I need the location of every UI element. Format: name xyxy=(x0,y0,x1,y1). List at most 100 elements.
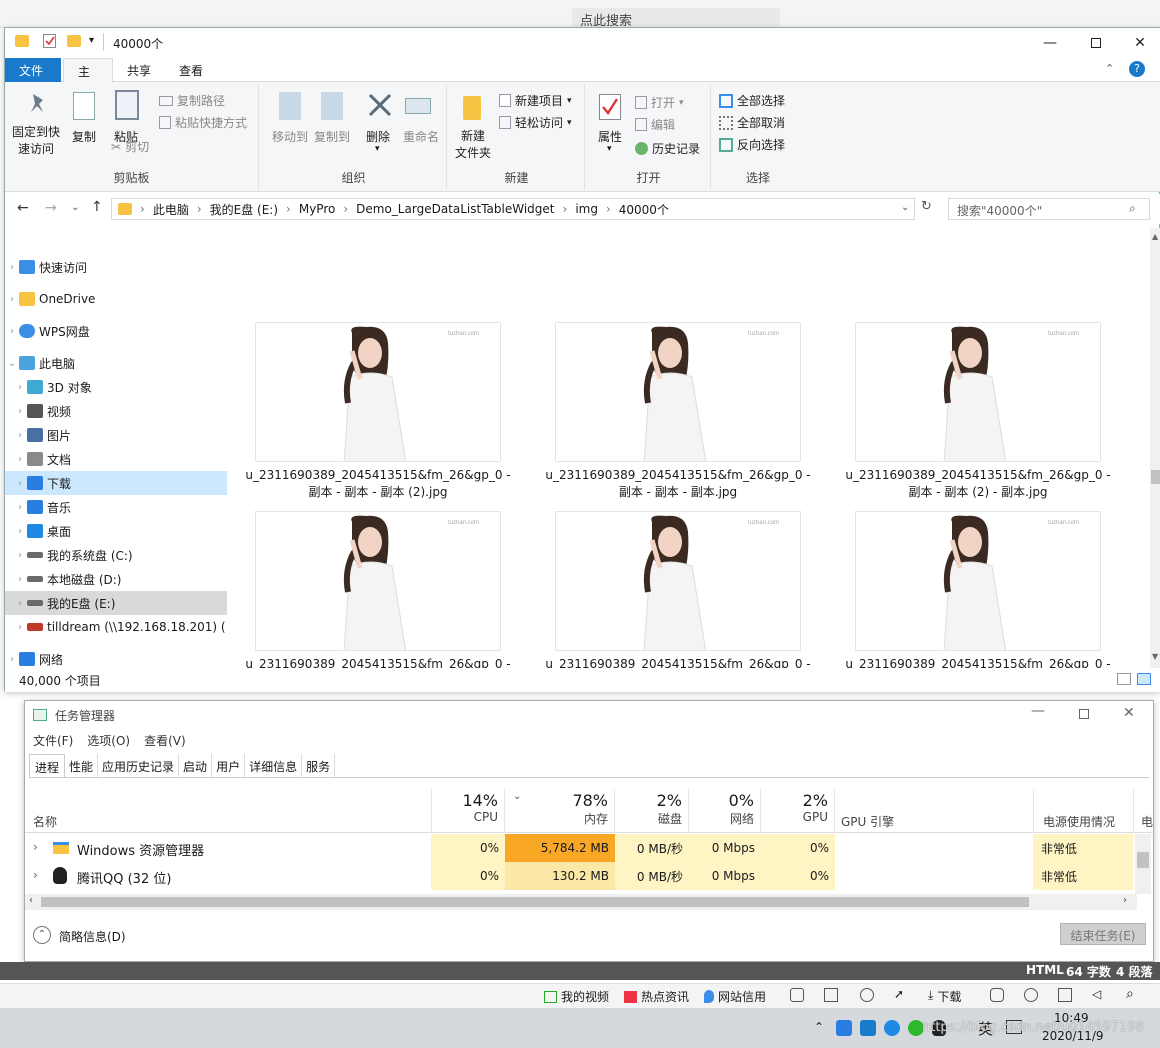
nav-onedrive[interactable]: › OneDrive xyxy=(5,287,227,311)
nav-network-drive[interactable]: › tilldream (\\192.168.18.201) ( xyxy=(5,615,227,639)
back-arrow-icon[interactable]: ← xyxy=(17,200,29,216)
file-name[interactable]: u_2311690389_2045413515&fm_26&gp_0 - 副本 -… xyxy=(543,467,813,501)
hot-news-link[interactable]: 热点资讯 xyxy=(624,988,689,1005)
copy-button[interactable]: 复制 xyxy=(67,128,101,145)
file-name[interactable]: u_2311690389_2045413515&fm_26&gp_0 - 副本 -… xyxy=(243,467,513,501)
search-icon[interactable]: ⌕ xyxy=(1129,201,1136,216)
process-row-qq[interactable]: › 腾讯QQ (32 位) 0% 130.2 MB 0 MB/秒 0 Mbps … xyxy=(25,862,1155,890)
tab-home[interactable]: 主页 xyxy=(63,58,113,96)
tm-horizontal-scrollbar[interactable]: ‹ › xyxy=(25,894,1137,910)
col-power[interactable]: 电源使用情况 xyxy=(1043,813,1115,830)
tab-share[interactable]: 共享 xyxy=(113,58,165,82)
nav-documents[interactable]: › 文档 xyxy=(5,447,227,471)
image-icon[interactable] xyxy=(824,988,838,1002)
expand-chevron-icon[interactable]: › xyxy=(33,840,38,854)
address-bar[interactable]: › 此电脑 › 我的E盘 (E:) › MyPro › Demo_LargeDataL… xyxy=(111,198,915,220)
file-thumbnail[interactable]: tuzhan.com xyxy=(855,322,1101,462)
copy-to-button[interactable]: 复制到 xyxy=(307,128,357,145)
col-disk[interactable]: 2% 磁盘 xyxy=(615,789,689,833)
properties-icon[interactable] xyxy=(43,34,56,48)
breadcrumb-drive-e[interactable]: 我的E盘 (E:) xyxy=(210,201,278,218)
menu-file[interactable]: 文件(F) xyxy=(33,732,73,749)
tray-feishu-icon[interactable] xyxy=(860,1020,876,1036)
delete-dropdown-icon[interactable]: ▾ xyxy=(375,144,380,154)
tab-processes[interactable]: 进程 xyxy=(29,754,66,777)
nav-desktop[interactable]: › 桌面 xyxy=(5,519,227,543)
quick-access-dropdown-icon[interactable]: ▾ xyxy=(89,35,94,46)
speed-icon[interactable] xyxy=(860,988,874,1002)
paste-shortcut-button[interactable]: 粘贴快捷方式 xyxy=(159,114,247,131)
recent-dropdown-icon[interactable]: ⌄ xyxy=(71,202,79,213)
new-folder-quick-icon[interactable] xyxy=(67,35,81,47)
refresh-icon[interactable]: ↻ xyxy=(921,199,932,214)
tm-close-button[interactable]: ✕ xyxy=(1123,705,1135,721)
brief-info-button[interactable]: 简略信息(D) xyxy=(59,928,126,945)
shield-icon[interactable] xyxy=(790,988,804,1002)
site-credit-link[interactable]: 网站信用 xyxy=(704,988,766,1005)
close-button[interactable]: ✕ xyxy=(1117,28,1160,58)
scrollbar-thumb[interactable] xyxy=(1151,470,1160,484)
easy-access-button[interactable]: 轻松访问 ▾ xyxy=(499,114,572,131)
cut-button[interactable]: ✂ 剪切 xyxy=(111,138,149,155)
ie-icon[interactable] xyxy=(1024,988,1038,1002)
tab-performance[interactable]: 性能 xyxy=(65,754,99,777)
nav-drive-c[interactable]: › 我的系统盘 (C:) xyxy=(5,543,227,567)
delete-button[interactable]: 删除 xyxy=(361,128,395,145)
process-row-explorer[interactable]: › Windows 资源管理器 0% 5,784.2 MB 0 MB/秒 0 M… xyxy=(25,834,1155,862)
nav-videos[interactable]: › 视频 xyxy=(5,399,227,423)
new-folder-button[interactable]: 新建 文件夹 xyxy=(451,128,495,162)
downloads-link[interactable]: ⤓ 下载 xyxy=(928,988,961,1005)
nav-this-pc[interactable]: ⌄ 此电脑 xyxy=(5,351,227,375)
tab-services[interactable]: 服务 xyxy=(302,754,336,777)
select-all-button[interactable]: 全部选择 xyxy=(719,92,785,109)
properties-button[interactable]: 属性 xyxy=(593,128,627,145)
file-name[interactable]: u_2311690389_2045413515&fm_26&gp_0 - 副本 -… xyxy=(843,467,1113,501)
nav-quick-access[interactable]: › 快速访问 xyxy=(5,255,227,279)
nav-drive-e[interactable]: › 我的E盘 (E:) xyxy=(5,591,227,615)
help-icon[interactable]: ? xyxy=(1129,61,1145,77)
file-thumbnail[interactable]: tuzhan.com xyxy=(555,511,801,651)
breadcrumb-img[interactable]: img xyxy=(575,202,598,216)
nav-music[interactable]: › 音乐 xyxy=(5,495,227,519)
tab-app-history[interactable]: 应用历史记录 xyxy=(98,754,180,777)
window-icon[interactable] xyxy=(1058,988,1072,1002)
col-cpu[interactable]: 14% CPU xyxy=(431,789,505,833)
maximize-button[interactable] xyxy=(1073,28,1119,58)
up-arrow-icon[interactable]: ↑ xyxy=(91,199,103,215)
large-icons-view-icon[interactable] xyxy=(1137,673,1151,685)
edit-button[interactable]: 编辑 xyxy=(635,116,675,133)
col-power-trend[interactable]: 电 xyxy=(1141,813,1153,830)
breadcrumb-current[interactable]: 40000个 xyxy=(619,201,669,218)
collapse-chevron-icon[interactable]: ⌃ xyxy=(33,926,51,944)
minimize-button[interactable]: — xyxy=(1027,28,1073,58)
tray-chevron-up-icon[interactable]: ⌃ xyxy=(814,1020,824,1034)
col-gpu[interactable]: 2% GPU xyxy=(761,789,835,833)
tab-view[interactable]: 查看 xyxy=(165,58,217,82)
zoom-icon[interactable]: ⌕ xyxy=(1126,986,1134,1002)
history-button[interactable]: 历史记录 xyxy=(635,140,700,157)
tm-vertical-scrollbar[interactable] xyxy=(1135,834,1151,894)
chevron-up-icon[interactable]: ⌃ xyxy=(1105,62,1114,75)
col-name[interactable]: 名称 xyxy=(33,813,57,830)
nav-3d-objects[interactable]: › 3D 对象 xyxy=(5,375,227,399)
nav-wps-drive[interactable]: › WPS网盘 xyxy=(5,319,227,343)
address-dropdown-icon[interactable]: ⌄ xyxy=(901,202,909,213)
forward-arrow-icon[interactable]: → xyxy=(45,200,57,216)
search-input[interactable]: 搜索"40000个" xyxy=(948,198,1150,220)
nav-downloads[interactable]: › 下载 xyxy=(5,471,227,495)
file-thumbnail[interactable]: tuzhan.com xyxy=(255,511,501,651)
breadcrumb-demo[interactable]: Demo_LargeDataListTableWidget xyxy=(356,202,554,216)
details-view-icon[interactable] xyxy=(1117,673,1131,685)
tab-file[interactable]: 文件 xyxy=(5,58,61,82)
rename-button[interactable]: 重命名 xyxy=(399,128,443,145)
col-network[interactable]: 0% 网络 xyxy=(689,789,761,833)
tm-minimize-button[interactable]: — xyxy=(1031,703,1045,719)
file-thumbnail[interactable]: tuzhan.com xyxy=(855,511,1101,651)
properties-dropdown-icon[interactable]: ▾ xyxy=(607,144,612,154)
breadcrumb-mypro[interactable]: MyPro xyxy=(299,202,336,216)
tab-details[interactable]: 详细信息 xyxy=(245,754,303,777)
vertical-scrollbar[interactable]: ▲ ▼ xyxy=(1150,228,1160,668)
col-gpu-engine[interactable]: GPU 引擎 xyxy=(841,813,894,830)
tab-users[interactable]: 用户 xyxy=(212,754,246,777)
col-memory[interactable]: ⌄ 78% 内存 xyxy=(505,789,615,833)
